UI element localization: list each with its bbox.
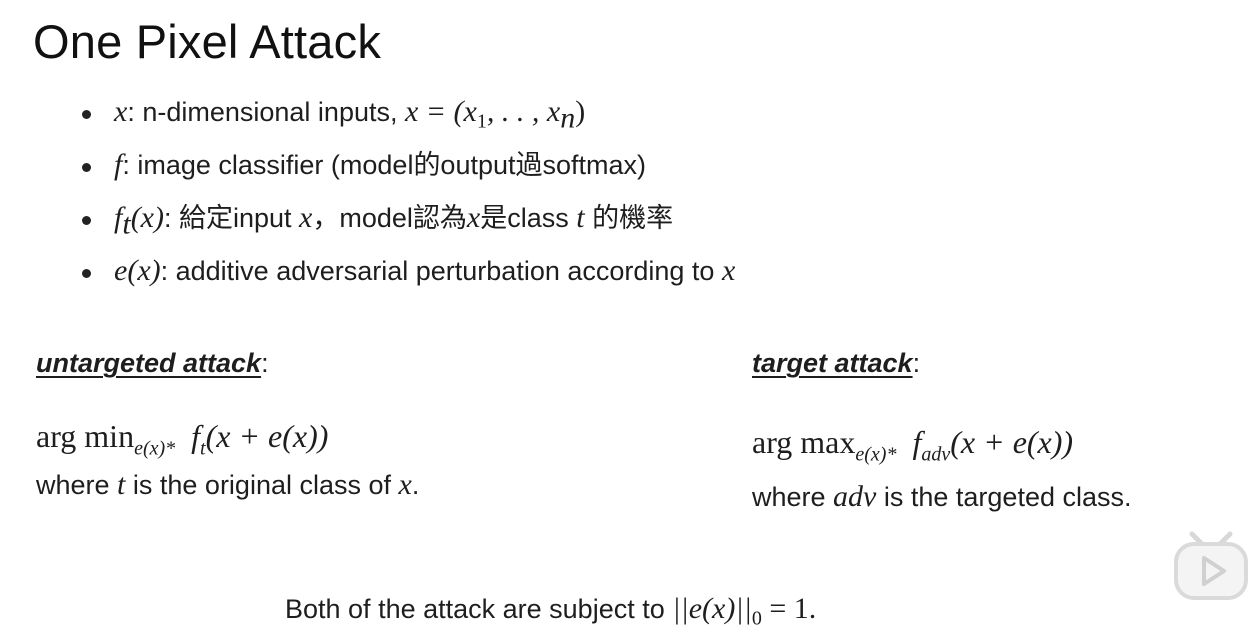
list-item: f: image classifier (model的output過softma… [80, 145, 735, 198]
targeted-formula: arg maxe(x)* fadv(x + e(x)) [752, 424, 1074, 466]
untargeted-formula: arg mine(x)* ft(x + e(x)) [36, 418, 329, 460]
targeted-heading: target attack: [752, 348, 921, 378]
untargeted-heading: untargeted attack: [36, 348, 269, 378]
list-item: e(x): additive adversarial perturbation … [80, 251, 735, 304]
definition-list: x: n-dimensional inputs, x = (x1, . . , … [80, 92, 735, 304]
play-button-icon[interactable] [1172, 530, 1250, 602]
targeted-description: where adv is the targeted class. [752, 480, 1132, 513]
list-item: ft(x): 給定input x，model認為x是class t 的機率 [80, 198, 735, 251]
list-item: x: n-dimensional inputs, x = (x1, . . , … [80, 92, 735, 145]
untargeted-description: where t is the original class of x. [36, 468, 420, 501]
play-icon [1174, 531, 1248, 600]
page-title: One Pixel Attack [33, 15, 382, 68]
constraint-text: Both of the attack are subject to ||e(x)… [285, 592, 817, 630]
